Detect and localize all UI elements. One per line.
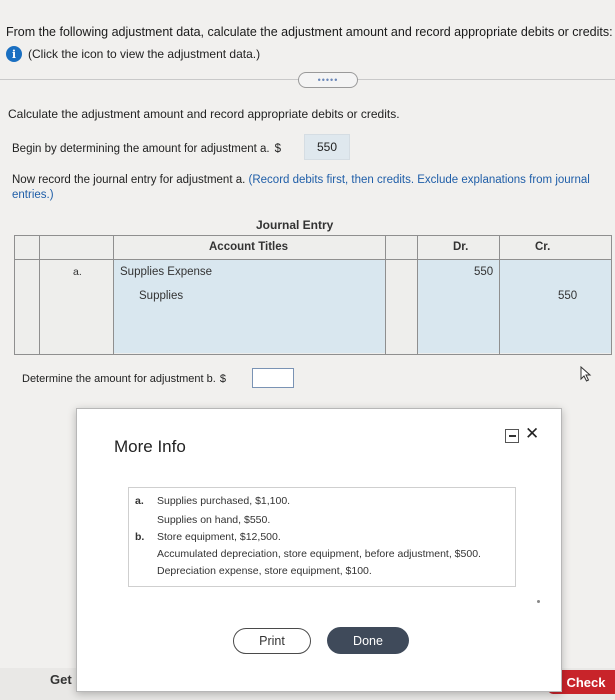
credit-input-area[interactable] bbox=[500, 260, 611, 353]
modal-title: More Info bbox=[114, 437, 186, 456]
done-button[interactable]: Done bbox=[327, 627, 409, 654]
credit-header: Cr. bbox=[535, 241, 551, 253]
currency-symbol: $ bbox=[274, 143, 282, 155]
info-line: Accumulated depreciation, store equipmen… bbox=[157, 548, 481, 560]
begin-text: Begin by determining the amount for adju… bbox=[12, 143, 270, 155]
part-b-text: Determine the amount for adjustment b. bbox=[22, 373, 216, 385]
debit-header: Dr. bbox=[453, 241, 469, 253]
item-letter: b. bbox=[135, 531, 145, 543]
amount-a-input[interactable]: 550 bbox=[304, 134, 350, 160]
close-icon[interactable]: ✕ bbox=[525, 424, 539, 444]
mouse-cursor-icon bbox=[580, 366, 592, 382]
part-b-line: Determine the amount for adjustment b. $ bbox=[22, 373, 226, 385]
begin-line: Begin by determining the amount for adju… bbox=[12, 143, 281, 155]
info-line: Depreciation expense, store equipment, $… bbox=[157, 565, 372, 577]
adjustment-data-panel: a. Supplies purchased, $1,100. Supplies … bbox=[128, 487, 540, 603]
currency-symbol: $ bbox=[219, 373, 226, 385]
minimize-icon[interactable] bbox=[505, 429, 519, 443]
now-record-instruction: Now record the journal entry for adjustm… bbox=[12, 173, 612, 203]
info-line: Supplies purchased, $1,100. bbox=[157, 495, 291, 507]
journal-table: Account Titles Dr. Cr. a. Supplies Expen… bbox=[14, 235, 612, 355]
row-label: a. bbox=[73, 266, 82, 278]
more-info-modal: More Info ✕ a. Supplies purchased, $1,10… bbox=[76, 408, 562, 692]
info-line: Supplies on hand, $550. bbox=[157, 514, 271, 526]
amount-b-input[interactable] bbox=[252, 368, 294, 388]
info-link-text[interactable]: (Click the icon to view the adjustment d… bbox=[28, 47, 260, 61]
print-button[interactable]: Print bbox=[233, 628, 311, 654]
info-icon[interactable]: i bbox=[6, 46, 22, 62]
account-cell[interactable]: Supplies Expense bbox=[120, 266, 212, 278]
journal-entry-title: Journal Entry bbox=[256, 218, 334, 232]
question-text: From the following adjustment data, calc… bbox=[6, 25, 613, 39]
debit-cell[interactable]: 550 bbox=[474, 266, 493, 278]
account-cell[interactable]: Supplies bbox=[139, 290, 183, 302]
info-link-row[interactable]: i (Click the icon to view the adjustment… bbox=[6, 46, 260, 62]
collapse-toggle-button[interactable]: ••••• bbox=[298, 72, 358, 88]
decorative-dot bbox=[537, 600, 540, 603]
section-heading: Calculate the adjustment amount and reco… bbox=[8, 107, 400, 121]
account-titles-header: Account Titles bbox=[209, 241, 289, 253]
credit-cell[interactable]: 550 bbox=[558, 290, 577, 302]
item-letter: a. bbox=[135, 495, 144, 507]
now-record-text: Now record the journal entry for adjustm… bbox=[12, 174, 246, 186]
info-line: Store equipment, $12,500. bbox=[157, 531, 281, 543]
